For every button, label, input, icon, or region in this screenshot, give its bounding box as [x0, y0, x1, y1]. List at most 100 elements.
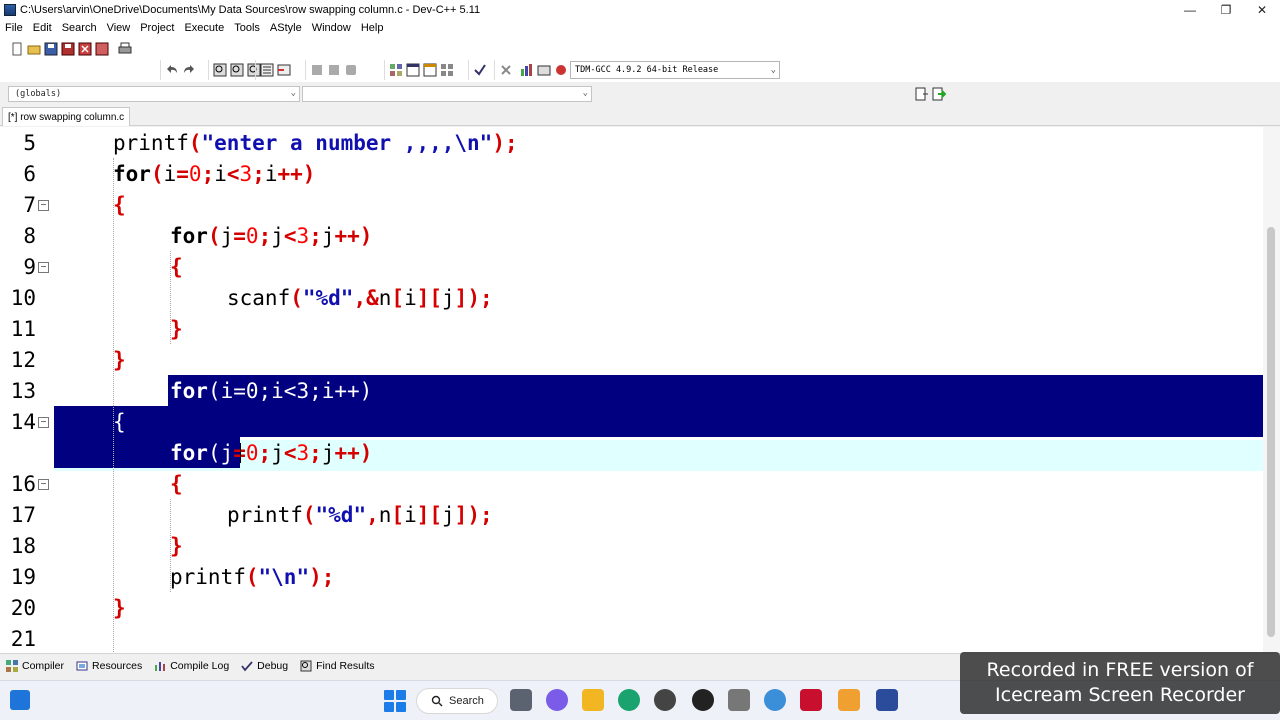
scrollbar-thumb[interactable]: [1267, 227, 1275, 637]
save-all-button[interactable]: [60, 42, 75, 57]
code-text: printf("%d",n[i][j]);: [227, 503, 493, 527]
window-button[interactable]: [405, 63, 420, 78]
tab-find-results[interactable]: Find Results: [294, 660, 380, 672]
syntax-check-button[interactable]: [472, 63, 487, 78]
insert-button[interactable]: [914, 86, 929, 101]
menu-help[interactable]: Help: [356, 22, 389, 34]
vertical-scrollbar[interactable]: [1263, 127, 1280, 653]
menu-execute[interactable]: Execute: [179, 22, 229, 34]
goto-line-button[interactable]: [259, 63, 274, 78]
code-line-21: 21: [0, 624, 1263, 653]
mcafee-icon[interactable]: [800, 689, 822, 711]
fold-collapse-icon[interactable]: −: [38, 417, 49, 428]
class-browser-button[interactable]: [422, 63, 437, 78]
recorder-app-icon[interactable]: [838, 689, 860, 711]
code-line-15: 15 for(j=0;j<3;j++): [0, 438, 1263, 469]
code-text: for(i=0;i<3;i++): [170, 379, 373, 403]
fold-collapse-icon[interactable]: −: [38, 479, 49, 490]
compile-run-button[interactable]: [553, 63, 568, 78]
menu-window[interactable]: Window: [307, 22, 356, 34]
undo-icon: [166, 65, 177, 73]
close-all-button[interactable]: [94, 42, 109, 57]
redo-icon: [183, 65, 194, 73]
code-text: }: [113, 596, 126, 620]
fold-collapse-icon[interactable]: −: [38, 262, 49, 273]
redo-button[interactable]: [181, 63, 196, 78]
member-combo[interactable]: ⌄: [302, 86, 592, 102]
devcpp-app-icon: [4, 3, 16, 16]
indent-group: [305, 60, 361, 80]
widgets-icon[interactable]: [10, 690, 30, 710]
print-button[interactable]: [117, 42, 132, 57]
close-file-button[interactable]: [77, 42, 92, 57]
new-file-button[interactable]: [9, 42, 24, 57]
code-line-17: 17 printf("%d",n[i][j]);: [0, 500, 1263, 531]
menu-search[interactable]: Search: [57, 22, 102, 34]
scope-combo[interactable]: (globals) ⌄: [8, 86, 300, 102]
close-button[interactable]: ✕: [1244, 0, 1280, 19]
goto-declaration-button[interactable]: [931, 86, 946, 101]
line-number: 10: [10, 286, 36, 310]
compiler-select-value: TDM-GCC 4.9.2 64-bit Release: [575, 65, 719, 75]
layout-button[interactable]: [439, 63, 454, 78]
file-explorer-icon[interactable]: [582, 689, 604, 711]
code-line-12: 12 }: [0, 345, 1263, 376]
code-line-5: 5 printf("enter a number ,,,,\n");: [0, 128, 1263, 159]
tab-resources[interactable]: Resources: [70, 660, 148, 672]
new-project-button[interactable]: [388, 63, 403, 78]
menu-astyle[interactable]: AStyle: [265, 22, 307, 34]
find-button[interactable]: [212, 63, 227, 78]
devcpp-taskbar-icon[interactable]: [876, 689, 898, 711]
code-text: {: [113, 410, 126, 434]
stop-button[interactable]: [498, 63, 513, 78]
menu-file[interactable]: File: [0, 22, 28, 34]
compiler-select[interactable]: TDM-GCC 4.9.2 64-bit Release ⌄: [570, 61, 780, 79]
line-number: 7: [23, 193, 36, 217]
bookmark-button[interactable]: [276, 63, 291, 78]
menu-bar: File Edit Search View Project Execute To…: [0, 19, 1280, 37]
minimize-button[interactable]: —: [1172, 0, 1208, 19]
replace-button[interactable]: [229, 63, 244, 78]
tab-compiler[interactable]: Compiler: [0, 659, 70, 672]
tab-debug[interactable]: Debug: [235, 660, 294, 672]
compile-icon: [520, 64, 532, 76]
fold-collapse-icon[interactable]: −: [38, 200, 49, 211]
teams-chat-icon[interactable]: [546, 689, 568, 711]
menu-project[interactable]: Project: [135, 22, 179, 34]
window-icon: [406, 63, 419, 77]
code-editor[interactable]: 5 printf("enter a number ,,,,\n"); 6 for…: [0, 127, 1280, 653]
code-line-18: 18 }: [0, 531, 1263, 562]
camera-app-icon[interactable]: [654, 689, 676, 711]
menu-edit[interactable]: Edit: [28, 22, 57, 34]
edge-browser-icon[interactable]: [618, 689, 640, 711]
camera-icon[interactable]: [728, 689, 750, 711]
compile-button[interactable]: [519, 63, 534, 78]
open-file-button[interactable]: [26, 42, 41, 57]
file-toolbar-group: [6, 39, 135, 59]
indent-button[interactable]: [309, 63, 324, 78]
save-icon: [44, 42, 57, 56]
run-button[interactable]: [536, 63, 551, 78]
tab-label: Debug: [257, 659, 289, 672]
toggle-comment-button[interactable]: [343, 63, 358, 78]
menu-tools[interactable]: Tools: [229, 22, 265, 34]
tab-row-swapping-column[interactable]: [*] row swapping column.c: [2, 107, 131, 126]
compile-run-icon: [555, 65, 566, 75]
maximize-button[interactable]: ❐: [1208, 0, 1244, 19]
save-button[interactable]: [43, 42, 58, 57]
line-number: 16: [10, 472, 36, 496]
task-view-icon[interactable]: [510, 689, 532, 711]
code-line-9: 9 − {: [0, 252, 1263, 283]
undo-button[interactable]: [164, 63, 179, 78]
github-icon[interactable]: [692, 689, 714, 711]
unindent-button[interactable]: [326, 63, 341, 78]
code-line-20: 20 }: [0, 593, 1263, 624]
class-browser-icon: [423, 63, 436, 77]
line-number: 19: [10, 565, 36, 589]
chrome-icon[interactable]: [764, 689, 786, 711]
menu-view[interactable]: View: [102, 22, 136, 34]
line-number: 5: [23, 131, 36, 155]
tab-compile-log[interactable]: Compile Log: [148, 660, 235, 672]
start-button[interactable]: [384, 690, 406, 712]
taskbar-search[interactable]: Search: [416, 688, 498, 714]
